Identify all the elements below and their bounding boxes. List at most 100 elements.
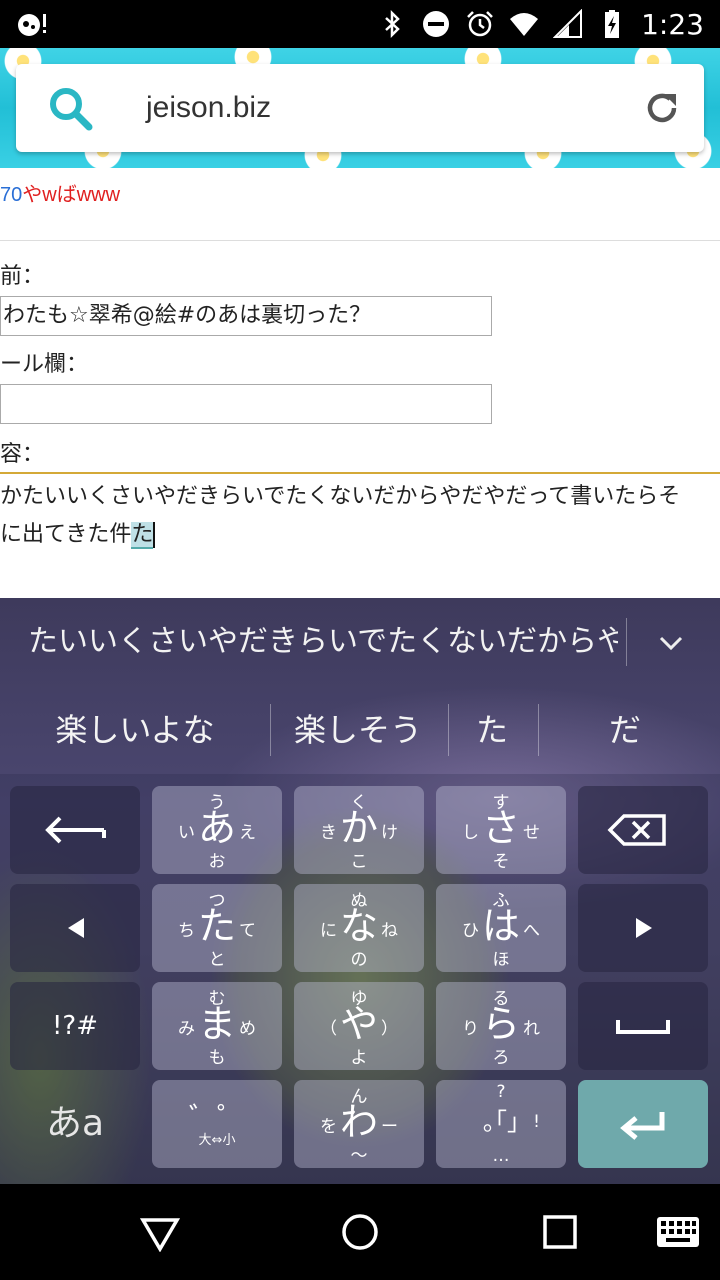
flick-down: も xyxy=(208,1048,226,1068)
flick-right: め xyxy=(239,1019,256,1039)
candidate-bar: 楽しいよな 楽しそう た だ xyxy=(0,686,720,774)
composition-bar: たいいくさいやだきらいでたくないだからやだや xyxy=(0,598,720,686)
candidate-4[interactable]: だ xyxy=(560,686,690,774)
key-main-char: ま xyxy=(197,1002,236,1046)
key-a[interactable]: う い あ え お xyxy=(152,786,282,874)
separator xyxy=(270,704,271,756)
signal-icon xyxy=(553,9,583,38)
flick-right: え xyxy=(239,823,256,843)
content-textarea[interactable]: かたいいくさいやだきらいでたくないだからやだやだって書いたらそ に出てきた件た xyxy=(0,472,720,598)
home-icon[interactable] xyxy=(340,1212,380,1252)
input-mode-key[interactable]: あa xyxy=(10,1080,140,1168)
do-not-disturb-icon xyxy=(423,11,450,37)
flick-right: て xyxy=(239,921,256,941)
key-ya[interactable]: ゆ （ や ） よ xyxy=(294,982,424,1070)
url-text[interactable]: jeison.biz xyxy=(146,64,271,152)
key-main-char: ｡｢｣ xyxy=(483,1108,519,1136)
flick-down: ～ xyxy=(350,1146,368,1166)
reply-text[interactable]: やwばwww xyxy=(22,184,120,206)
keyboard-switch-icon[interactable] xyxy=(656,1216,700,1248)
flick-right: ） xyxy=(381,1019,398,1039)
name-field[interactable]: わたも☆翠希@絵#のあは裏切った？ xyxy=(0,296,492,336)
bluetooth-icon xyxy=(385,9,400,39)
space-icon xyxy=(616,1020,670,1034)
input-mode-label: あa xyxy=(45,1103,105,1144)
key-ka[interactable]: く き か け こ xyxy=(294,786,424,874)
separator xyxy=(626,618,627,666)
back-icon[interactable] xyxy=(140,1212,180,1252)
space-key[interactable] xyxy=(578,982,708,1070)
symbols-key[interactable]: !?# xyxy=(10,982,140,1070)
candidate-2[interactable]: 楽しそう xyxy=(276,686,440,774)
composition-text[interactable]: たいいくさいやだきらいでたくないだからやだや xyxy=(28,598,618,686)
flick-down: ほ xyxy=(492,950,510,970)
flick-down: ろ xyxy=(492,1048,510,1068)
candidate-1[interactable]: 楽しいよな xyxy=(20,686,250,774)
arrow-right-icon xyxy=(636,918,652,938)
search-icon[interactable] xyxy=(46,84,94,132)
browser-header: jeison.biz xyxy=(0,48,720,168)
punctuation-key[interactable]: ? ｡｢｣ ! … xyxy=(436,1080,566,1168)
content-label: 容： xyxy=(0,442,45,467)
key-na[interactable]: ぬ に な ね の xyxy=(294,884,424,972)
backspace-key[interactable] xyxy=(578,786,708,874)
flick-down: よ xyxy=(350,1048,368,1068)
key-main-char: わ xyxy=(339,1100,378,1144)
reply-number[interactable]: 70 xyxy=(0,184,22,206)
key-ta[interactable]: つ ち た て と xyxy=(152,884,282,972)
key-ra[interactable]: る り ら れ ろ xyxy=(436,982,566,1070)
flick-right: れ xyxy=(523,1019,540,1039)
key-main-char: な xyxy=(339,904,378,948)
enter-key[interactable] xyxy=(578,1080,708,1168)
flick-right: せ xyxy=(523,823,540,843)
flick-down: の xyxy=(350,950,368,970)
undo-key[interactable] xyxy=(10,786,140,874)
cursor-right-key[interactable] xyxy=(578,884,708,972)
flick-down: と xyxy=(208,950,226,970)
flick-right: け xyxy=(381,823,398,843)
key-wa[interactable]: ん を わ ー ～ xyxy=(294,1080,424,1168)
separator xyxy=(538,704,539,756)
text-caret xyxy=(153,522,156,548)
battery-charging-icon xyxy=(605,10,620,38)
name-label: 前： xyxy=(0,264,45,289)
flick-right: ね xyxy=(381,921,398,941)
flick-down: 大⇔小 xyxy=(198,1133,236,1148)
url-bar[interactable]: jeison.biz xyxy=(16,64,704,152)
key-main-char: は xyxy=(481,904,520,948)
recents-icon[interactable] xyxy=(540,1212,580,1252)
separator xyxy=(448,704,449,756)
backspace-icon xyxy=(607,814,666,846)
key-ma[interactable]: む み ま め も xyxy=(152,982,282,1070)
key-main-char: や xyxy=(339,1002,378,1046)
flick-down: そ xyxy=(492,852,510,872)
undo-arrow-icon xyxy=(45,816,106,844)
flick-right: へ xyxy=(523,921,540,941)
flick-down: こ xyxy=(350,852,368,872)
chevron-down-icon[interactable] xyxy=(654,626,688,660)
key-sa[interactable]: す し さ せ そ xyxy=(436,786,566,874)
candidate-3[interactable]: た xyxy=(452,686,532,774)
content-line-1: かたいいくさいやだきらいでたくないだからやだやだって書いたらそ xyxy=(0,484,681,509)
enter-icon xyxy=(620,1112,665,1140)
web-content: 70やwばwww 前： わたも☆翠希@絵#のあは裏切った？ ール欄： 容： かた… xyxy=(0,168,720,598)
dakuten-key[interactable]: ゛゜ 大⇔小 xyxy=(152,1080,282,1168)
alarm-icon xyxy=(467,11,493,37)
cursor-left-key[interactable] xyxy=(10,884,140,972)
content-line-2: に出てきた件た xyxy=(0,516,720,554)
clock: 1:23 xyxy=(641,7,704,41)
key-main-char: あ xyxy=(197,806,236,850)
divider xyxy=(0,240,720,241)
flick-down: お xyxy=(208,852,226,872)
debug-icon xyxy=(18,14,46,36)
reply-link[interactable]: 70やwばwww xyxy=(0,178,120,207)
flick-right: ー xyxy=(381,1117,398,1137)
reload-icon[interactable] xyxy=(642,88,682,128)
status-bar: 1:23 xyxy=(0,0,720,48)
composing-text: た xyxy=(131,522,154,549)
key-ha[interactable]: ふ ひ は へ ほ xyxy=(436,884,566,972)
ime-keyboard: たいいくさいやだきらいでたくないだからやだや 楽しいよな 楽しそう た だ う … xyxy=(0,598,720,1184)
content-text: に出てきた件 xyxy=(0,522,132,547)
mail-field[interactable] xyxy=(0,384,492,424)
flick-right: ! xyxy=(533,1112,540,1132)
